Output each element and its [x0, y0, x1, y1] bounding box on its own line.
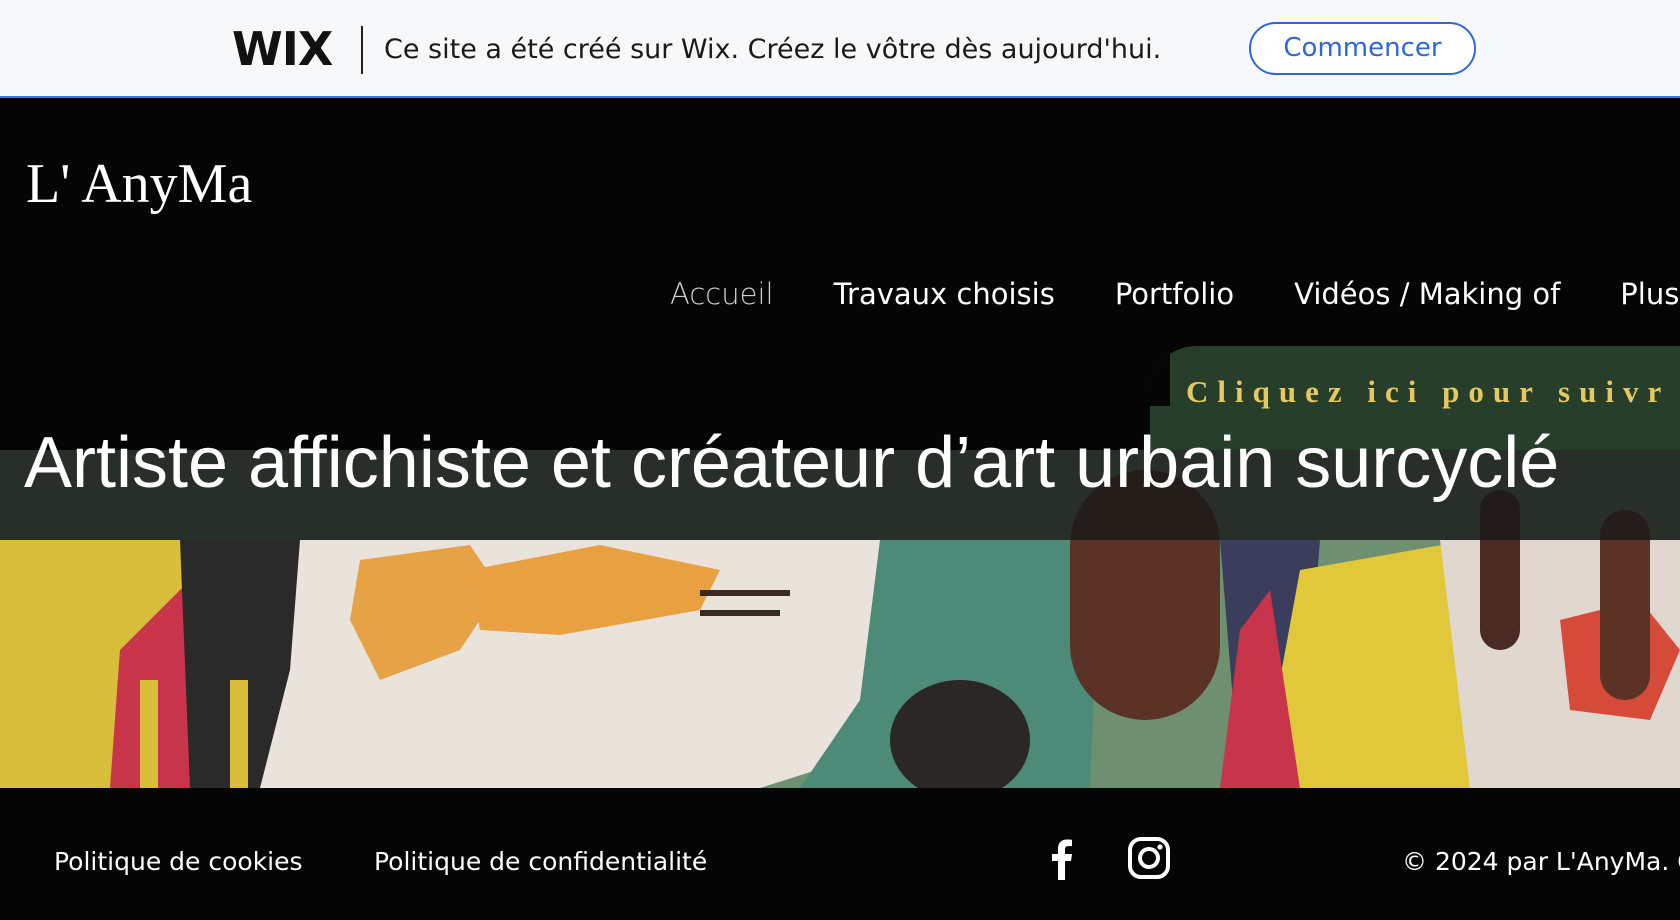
- banner-message: Ce site a été créé sur Wix. Créez le vôt…: [384, 34, 1162, 65]
- wix-banner: WIX Ce site a été créé sur Wix. Créez le…: [0, 0, 1680, 98]
- instagram-icon[interactable]: [1125, 834, 1173, 882]
- nav-item-portfolio[interactable]: Portfolio: [1115, 274, 1234, 314]
- nav-item-plus[interactable]: Plus: [1620, 274, 1679, 314]
- hero-title: Artiste affichiste et créateur d’art urb…: [24, 423, 1560, 503]
- banner-divider: [361, 26, 363, 74]
- site-logo[interactable]: L' AnyMa: [26, 154, 252, 214]
- privacy-policy-link[interactable]: Politique de confidentialité: [374, 845, 707, 879]
- wix-logo[interactable]: WIX: [232, 26, 333, 72]
- start-button[interactable]: Commencer: [1249, 22, 1476, 75]
- main-nav: Accueil Travaux choisis Portfolio Vidéos…: [670, 274, 1680, 314]
- site-header: L' AnyMa Accueil Travaux choisis Portfol…: [0, 100, 1680, 508]
- nav-item-videos[interactable]: Vidéos / Making of: [1294, 274, 1560, 314]
- footer: Politique de cookies Politique de confid…: [0, 788, 1680, 920]
- copyright-text: © 2024 par L'AnyMa. C: [1402, 847, 1680, 876]
- pill-notch: [1150, 346, 1170, 406]
- nav-item-travaux-choisis[interactable]: Travaux choisis: [834, 274, 1055, 314]
- cookies-policy-link[interactable]: Politique de cookies: [54, 845, 303, 879]
- facebook-icon[interactable]: [1038, 834, 1086, 882]
- nav-item-accueil[interactable]: Accueil: [670, 274, 774, 314]
- follow-updates-line-1: Cliquez ici pour suivr: [1186, 374, 1671, 409]
